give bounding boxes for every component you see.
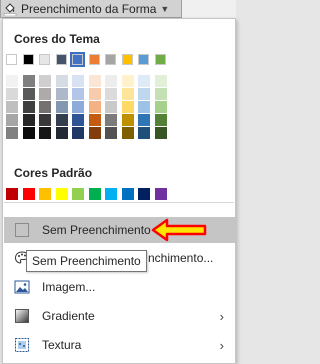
theme-shade-swatch[interactable] [154,75,167,87]
theme-shade-swatch[interactable] [105,75,117,87]
theme-color-swatch[interactable] [39,54,50,65]
theme-shade-swatch[interactable] [154,101,167,113]
theme-shade-swatch[interactable] [22,101,35,113]
theme-shade-swatch[interactable] [55,75,68,87]
theme-shade-swatch[interactable] [154,88,167,100]
theme-shade-swatch[interactable] [72,88,84,100]
theme-shade-swatch[interactable] [88,75,101,87]
theme-color-swatch[interactable] [70,52,85,67]
more-fill-colors-partial-label: nchimento... [148,251,214,265]
standard-color-swatch[interactable] [121,188,134,200]
theme-shade-swatch[interactable] [138,88,150,100]
standard-color-swatch[interactable] [154,188,167,200]
theme-shade-swatch[interactable] [105,114,117,126]
theme-color-swatch[interactable] [154,54,166,65]
theme-shade-swatch[interactable] [6,88,18,100]
theme-shade-swatch[interactable] [154,114,167,126]
theme-shade-swatch[interactable] [121,75,134,87]
theme-shade-swatch[interactable] [121,114,134,126]
theme-shade-swatch[interactable] [6,101,18,113]
shape-fill-button[interactable]: Preenchimento da Forma ▼ [0,0,182,18]
picture-fill-label: Imagem... [42,280,96,294]
standard-colors-heading: Cores Padrão [14,166,93,180]
theme-shade-swatch[interactable] [22,114,35,126]
gradient-fill-item[interactable]: Gradiente › [4,303,236,329]
theme-shade-swatch[interactable] [121,127,134,139]
theme-shade-swatch[interactable] [39,101,51,113]
ribbon-background [182,0,236,18]
theme-shade-swatch[interactable] [105,101,117,113]
theme-shade-swatch[interactable] [39,75,51,87]
theme-color-swatch[interactable] [22,54,34,65]
standard-color-swatch[interactable] [22,188,35,200]
no-fill-label: Sem Preenchimento [42,223,151,237]
theme-color-swatch[interactable] [138,54,149,65]
standard-color-swatch[interactable] [138,188,150,200]
texture-icon [14,337,30,353]
gradient-fill-label: Gradiente [42,309,95,323]
theme-shade-swatch[interactable] [121,88,134,100]
theme-shade-swatch[interactable] [22,127,35,139]
theme-shade-swatch[interactable] [55,114,68,126]
standard-color-swatch[interactable] [105,188,117,200]
no-fill-tooltip: Sem Preenchimento [26,250,147,272]
theme-color-swatch[interactable] [121,54,133,65]
chevron-right-icon: › [219,308,224,324]
chevron-right-icon: › [219,337,224,353]
theme-shade-swatch[interactable] [22,88,35,100]
theme-shade-swatch[interactable] [88,127,101,139]
theme-shade-swatch[interactable] [55,127,68,139]
theme-shade-swatch[interactable] [88,88,101,100]
theme-shade-swatch[interactable] [138,127,150,139]
texture-fill-item[interactable]: Textura › [4,332,236,358]
theme-shade-swatch[interactable] [6,75,18,87]
theme-shade-swatch[interactable] [39,114,51,126]
standard-color-swatch[interactable] [88,188,101,200]
annotation-arrow-icon [151,218,207,242]
theme-color-swatch[interactable] [105,54,116,65]
theme-colors-heading: Cores do Tema [14,32,100,46]
paint-bucket-icon [1,0,19,18]
theme-color-swatch[interactable] [55,54,67,65]
theme-shade-swatch[interactable] [138,101,150,113]
theme-shade-swatch[interactable] [138,75,150,87]
menu-divider [4,202,234,203]
theme-shade-swatch[interactable] [154,127,167,139]
theme-shade-swatch[interactable] [72,75,84,87]
picture-icon [14,279,30,295]
theme-shade-swatch[interactable] [6,127,18,139]
theme-shade-swatch[interactable] [88,114,101,126]
picture-fill-item[interactable]: Imagem... [4,274,236,300]
shape-fill-label: Preenchimento da Forma [21,1,157,16]
theme-shade-swatch[interactable] [105,127,117,139]
no-fill-icon [14,222,30,238]
theme-shade-swatch[interactable] [72,101,84,113]
theme-shade-swatch[interactable] [72,127,84,139]
theme-shade-swatch[interactable] [39,88,51,100]
theme-shade-swatch[interactable] [55,101,68,113]
theme-shade-swatch[interactable] [138,114,150,126]
theme-shade-swatch[interactable] [88,101,101,113]
theme-shade-swatch[interactable] [105,88,117,100]
shape-fill-dropdown: Cores do Tema Cores Padrão Sem Preenchim… [2,18,236,364]
standard-color-swatch[interactable] [72,188,84,200]
theme-shade-swatch[interactable] [121,101,134,113]
theme-color-swatch[interactable] [6,54,17,65]
standard-color-swatch[interactable] [39,188,51,200]
theme-shade-swatch[interactable] [55,88,68,100]
theme-shade-swatch[interactable] [72,114,84,126]
gradient-icon [14,308,30,324]
theme-color-swatch[interactable] [88,54,100,65]
theme-shade-swatch[interactable] [22,75,35,87]
theme-shade-swatch[interactable] [6,114,18,126]
theme-shade-swatch[interactable] [39,127,51,139]
texture-fill-label: Textura [42,338,82,352]
chevron-down-icon[interactable]: ▼ [160,4,169,14]
standard-color-swatch[interactable] [55,188,68,200]
standard-color-swatch[interactable] [6,188,18,200]
